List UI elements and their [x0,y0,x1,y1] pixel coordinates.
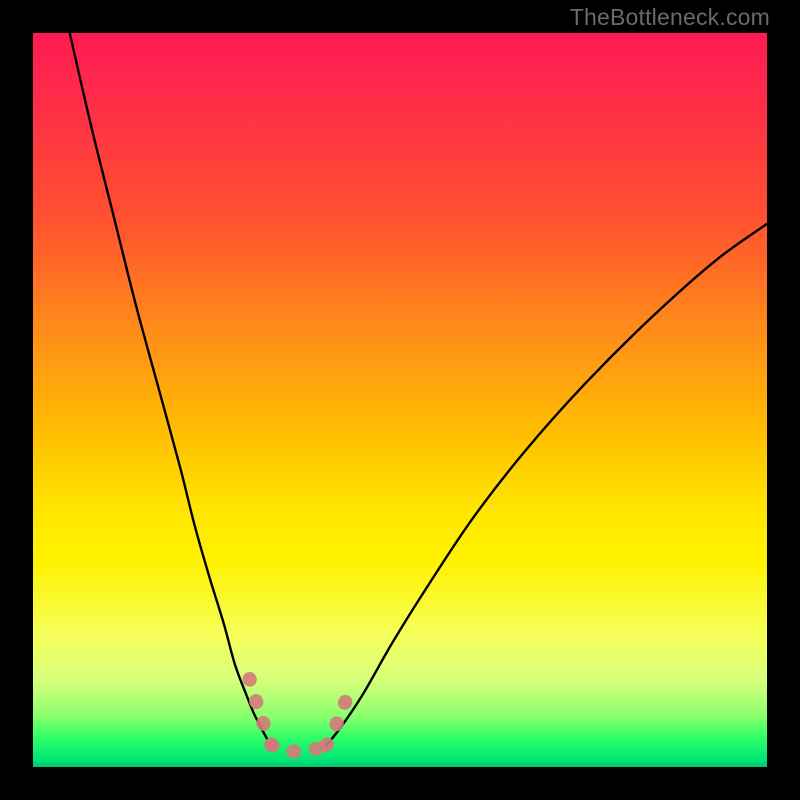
watermark-text: TheBottleneck.com [570,4,770,31]
series-right-curve [327,224,767,745]
plot-area [33,33,767,767]
curve-layer [33,33,767,767]
series-left-curve [70,33,272,745]
series-valley-highlight-floor [272,745,327,752]
chart-frame: TheBottleneck.com [0,0,800,800]
